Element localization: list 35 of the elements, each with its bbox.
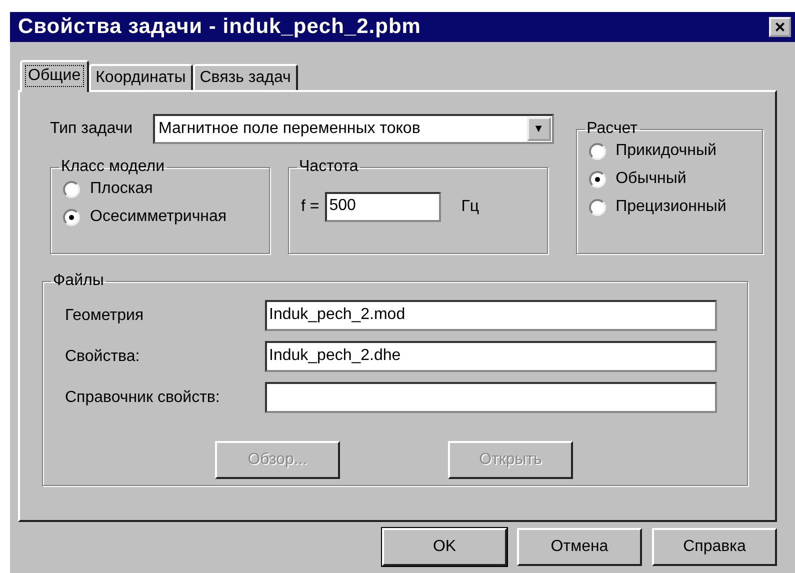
group-title: Класс модели [60,158,166,176]
radio-button[interactable] [588,198,606,216]
radio-option[interactable]: Осесимметричная [63,208,257,226]
tab[interactable]: Координаты [88,64,193,90]
radio-button[interactable] [63,180,80,198]
radio-button[interactable] [588,170,606,188]
dialog-button[interactable]: OK [382,528,507,566]
unit-label: Гц [461,198,480,216]
group-title: Файлы [52,272,105,290]
group-title: Расчет [586,120,638,138]
radio-button[interactable] [588,142,606,160]
tab[interactable]: Общие [20,60,89,92]
file-field[interactable]: Induk_pech_2.mod [265,300,717,331]
file-field[interactable] [265,382,717,413]
dropdown-value: Магнитное поле переменных токов [158,120,420,138]
radio-option[interactable]: Прецизионный [588,198,750,216]
task-type-dropdown[interactable]: Магнитное поле переменных токов ▼ [152,114,554,144]
file-field[interactable]: Induk_pech_2.dhe [265,341,717,372]
field-label: Справочник свойств: [65,388,221,406]
field-label: Свойства: [65,348,141,366]
dropdown-arrow-button[interactable]: ▼ [526,117,551,141]
close-button[interactable]: × [769,17,791,37]
radio-button[interactable] [63,208,80,226]
window-title: Свойства задачи - induk_pech_2.pbm [18,15,421,39]
group-title: Частота [298,158,360,176]
frequency-field[interactable]: 500 [325,192,442,222]
frequency-label: f = [301,198,320,216]
dialog-button[interactable]: Отмена [517,528,642,566]
radio-option[interactable]: Обычный [588,170,750,188]
dialog-button[interactable]: Справка [652,528,777,566]
radio-option[interactable]: Прикидочный [588,142,750,160]
field-label: Геометрия [65,306,145,324]
tab[interactable]: Связь задач [192,64,298,90]
task-type-label: Тип задачи [50,120,133,138]
radio-option[interactable]: Плоская [63,180,257,198]
